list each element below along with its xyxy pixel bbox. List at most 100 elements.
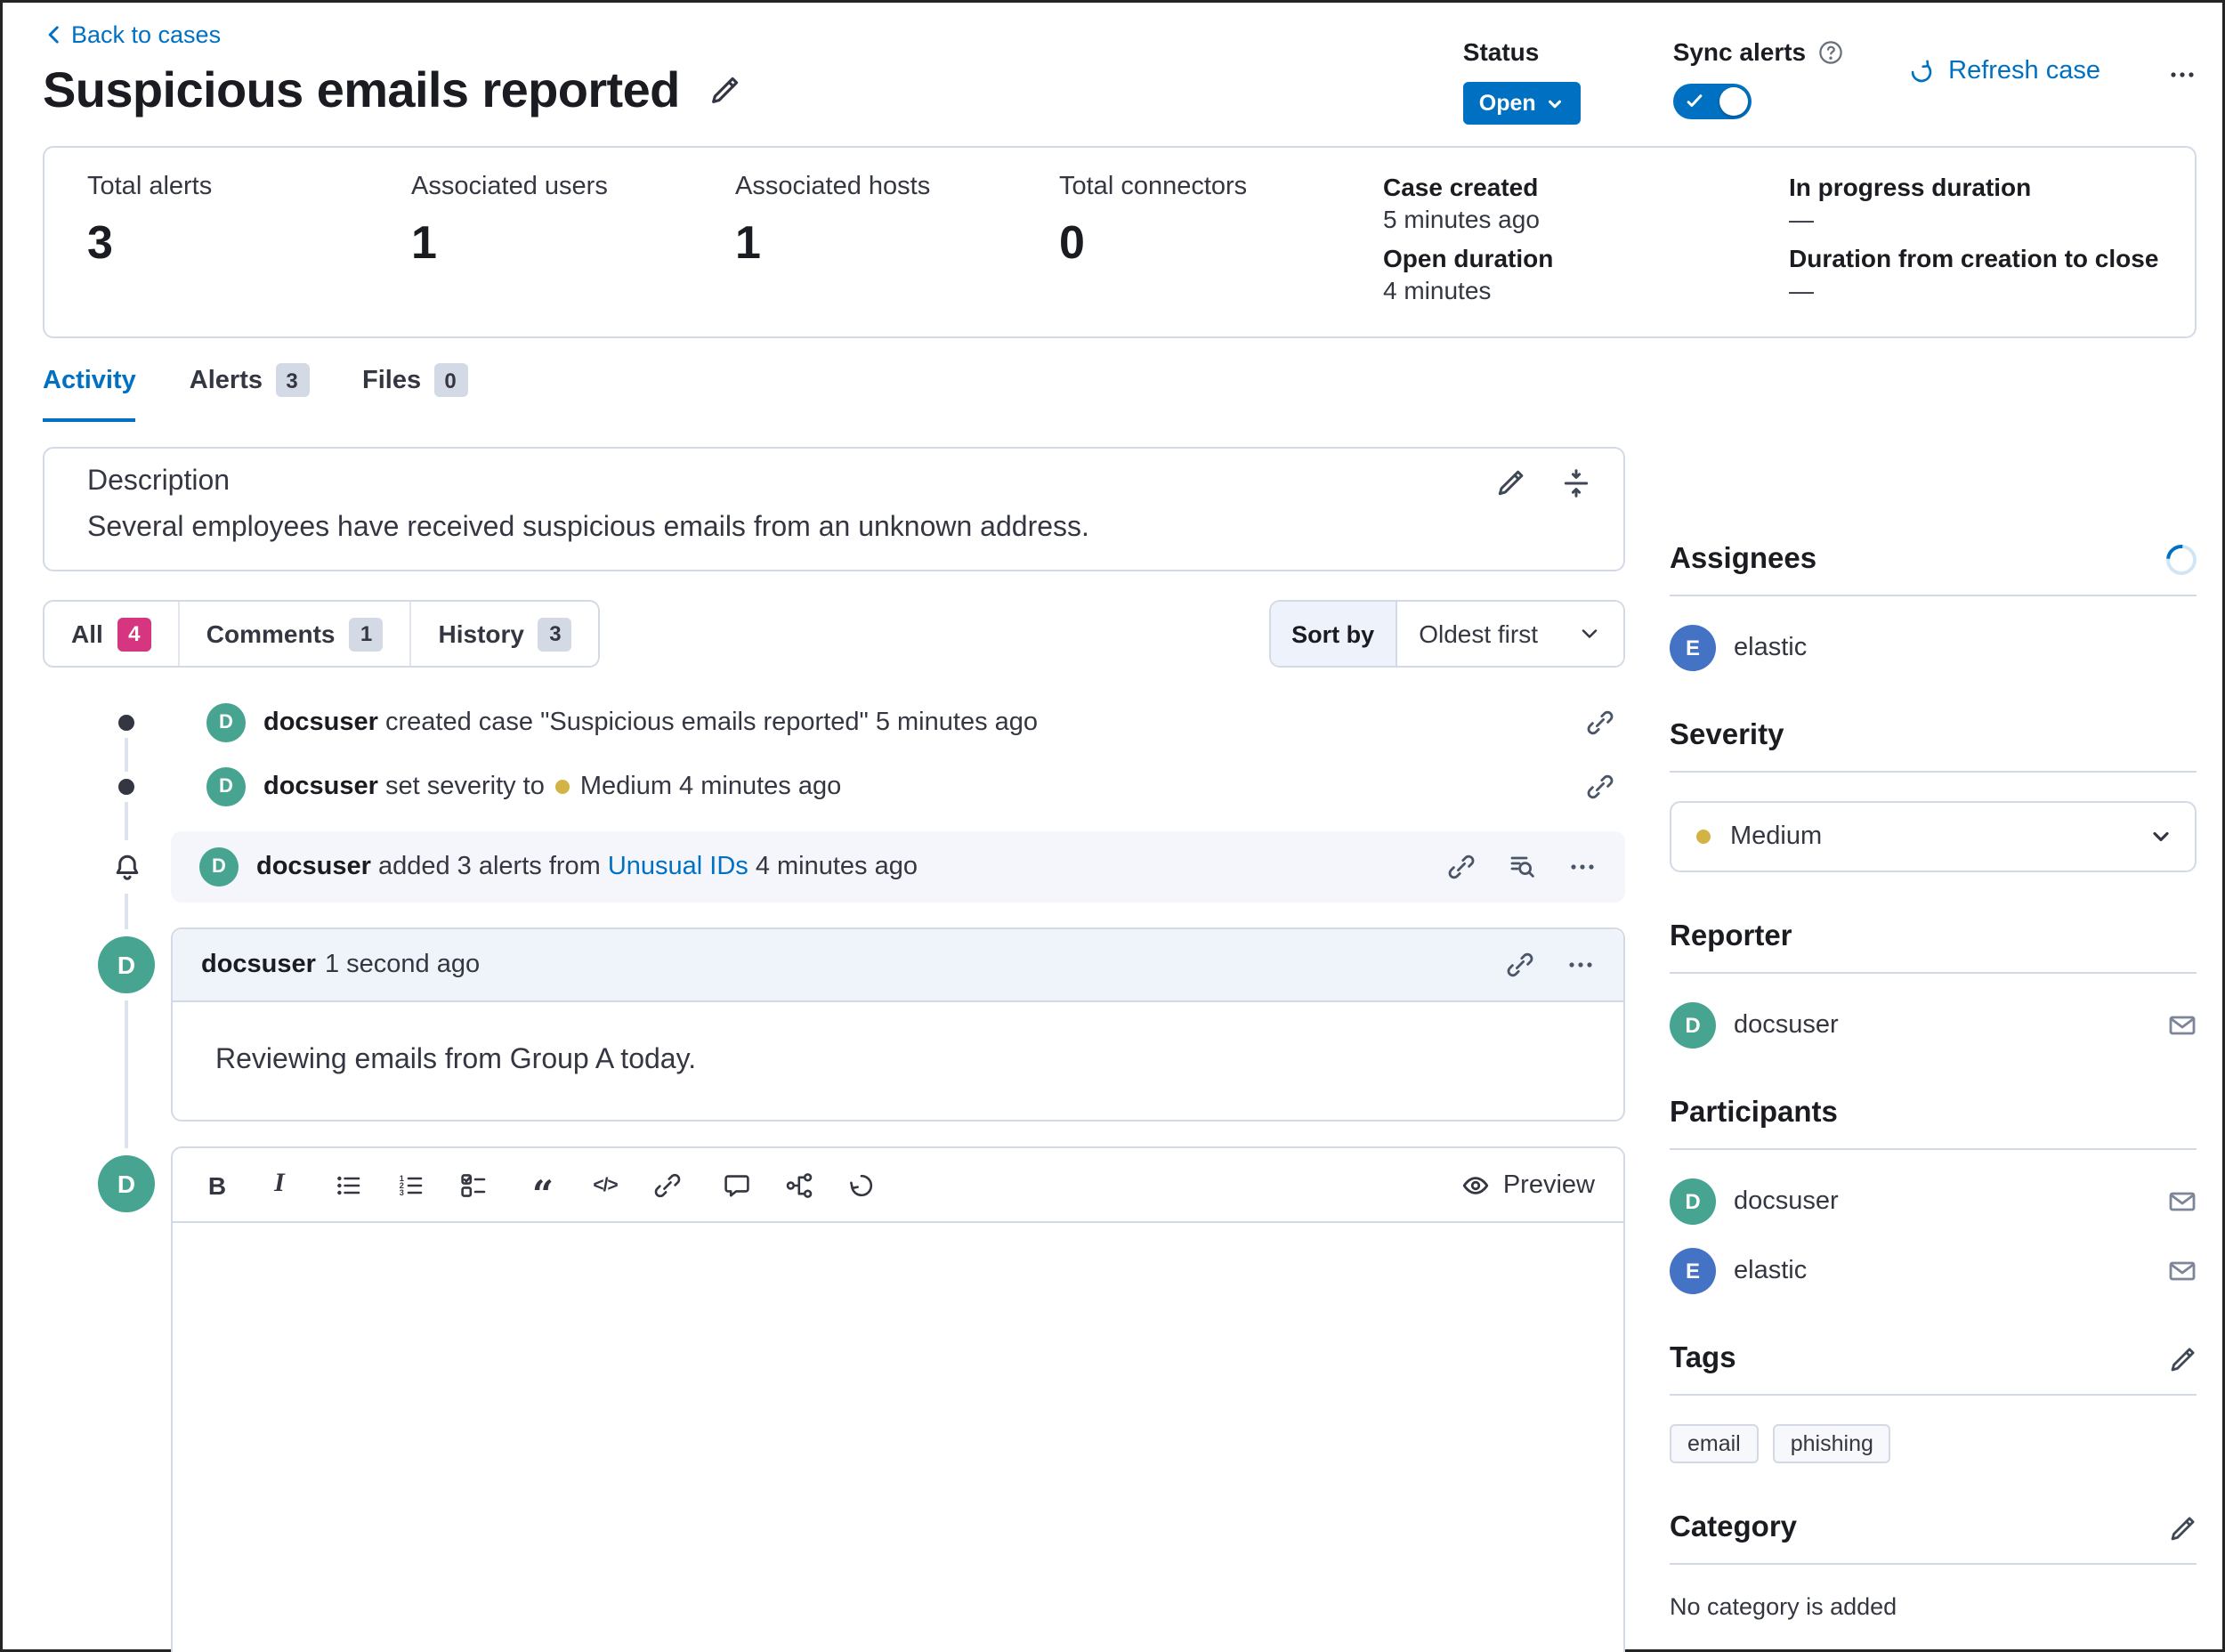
bell-icon [100,840,153,894]
status-dropdown-button[interactable]: Open [1463,82,1581,125]
filter-all-button[interactable]: All 4 [44,602,178,666]
case-tabs: Activity Alerts 3 Files 0 [43,363,1625,422]
case-main-column: Activity Alerts 3 Files 0 Description [43,338,1625,1652]
show-alert-details-button[interactable] [1508,853,1536,881]
envelope-icon [2168,1257,2197,1285]
link-icon [1586,709,1614,737]
italic-button[interactable]: I [263,1169,295,1201]
email-user-button[interactable] [2168,1011,2197,1040]
reporter-name: docsuser [1734,1011,1839,1040]
comment-body: Reviewing emails from Group A today. [173,1002,1623,1120]
avatar: D [206,703,246,742]
code-button[interactable]: </> [589,1169,621,1201]
toggle-knob [1719,87,1748,116]
case-detail-page: Back to cases Suspicious emails reported… [0,0,2225,1652]
email-user-button[interactable] [2168,1187,2197,1216]
tab-files[interactable]: Files 0 [362,363,467,422]
copy-link-button[interactable] [1506,951,1534,979]
status-block: Status Open [1463,36,1581,125]
avatar: D [206,767,246,806]
category-empty-text: No category is added [1670,1593,2197,1620]
comment-actions-menu-button[interactable] [1566,951,1595,979]
back-to-cases-link[interactable]: Back to cases [43,21,221,48]
sync-alerts-block: Sync alerts [1673,36,1843,119]
workflow-icon [785,1170,813,1199]
copy-link-button[interactable] [1447,853,1476,881]
new-comment-editor: D B I 123 “ </> [43,1146,1625,1652]
avatar: D [98,1155,155,1212]
tags-section: Tags email phishing [1670,1342,2197,1463]
timeline-dot [118,779,134,795]
chevron-left-icon [43,23,66,46]
description-panel: Description Several employees have recei… [43,447,1625,571]
investigate-icon [847,1170,876,1199]
assignee-name: elastic [1734,634,1807,662]
avatar: D [1670,1178,1716,1225]
preview-button[interactable]: Preview [1462,1170,1595,1199]
case-actions-menu-button[interactable] [2168,61,2197,89]
timeline-dot [118,715,134,731]
header-controls: Status Open Sync alerts Refresh case [1463,21,2197,125]
page-title: Suspicious emails reported [43,62,680,119]
ordered-list-button[interactable]: 123 [395,1169,427,1201]
quote-button[interactable]: “ [527,1169,559,1201]
checklist-icon [459,1170,488,1199]
status-label: Status [1463,36,1581,68]
task-list-button[interactable] [457,1169,490,1201]
envelope-icon [2168,1187,2197,1216]
loading-spinner [2160,539,2203,581]
case-timing-column: Case created 5 minutes ago Open duration… [1383,171,1789,313]
collapse-description-button[interactable] [1561,467,1591,498]
sync-alerts-toggle[interactable] [1673,84,1752,119]
category-section: Category No category is added [1670,1511,2197,1620]
filter-history-button[interactable]: History 3 [410,602,599,666]
edit-category-button[interactable] [2168,1514,2197,1543]
category-title: Category [1670,1511,1797,1545]
comments-count-badge: 1 [350,617,384,651]
link-icon [1586,773,1614,801]
event-time: 4 minutes ago [756,853,918,881]
timeline-plugin-button[interactable] [783,1169,815,1201]
edit-description-button[interactable] [1495,467,1525,498]
lens-plugin-button[interactable] [846,1169,878,1201]
email-user-button[interactable] [2168,1257,2197,1285]
reporter-section: Reporter D docsuser [1670,920,2197,1049]
assignees-section: Assignees E elastic [1670,543,2197,671]
all-count-badge: 4 [117,617,151,651]
unordered-list-button[interactable] [333,1169,365,1201]
case-duration-column: In progress duration — Duration from cre… [1789,171,2159,313]
comment-editor-textarea[interactable] [173,1223,1623,1652]
severity-title: Severity [1670,719,1784,753]
edit-tags-button[interactable] [2168,1345,2197,1373]
ellipsis-icon [1568,853,1597,881]
timeline-event-alerts-added: D docsuser added 3 alerts from Unusual I… [43,831,1625,903]
comment-header: docsuser 1 second ago [173,929,1623,1002]
copy-link-button[interactable] [1586,709,1614,737]
insert-link-button[interactable] [651,1169,684,1201]
reporter-row: D docsuser [1670,1002,2197,1049]
alert-actions-menu-button[interactable] [1568,853,1597,881]
assignee-row: E elastic [1670,625,2197,671]
tab-activity[interactable]: Activity [43,363,136,422]
refresh-label: Refresh case [1948,57,2100,85]
sort-by-label: Sort by [1270,602,1397,666]
tab-alerts[interactable]: Alerts 3 [190,363,309,422]
severity-value: Medium [1730,822,1822,851]
tag-badge: phishing [1773,1424,1891,1463]
sort-order-select[interactable]: Oldest first [1397,602,1623,666]
copy-link-button[interactable] [1586,773,1614,801]
unusual-ids-link[interactable]: Unusual IDs [608,853,748,881]
metric-associated-hosts: Associated hosts 1 [735,171,1059,313]
metric-total-alerts: Total alerts 3 [87,171,411,313]
help-icon[interactable] [1816,38,1843,65]
filter-comments-button[interactable]: Comments 1 [178,602,410,666]
collapse-icon [1561,467,1591,498]
avatar: E [1670,625,1716,671]
history-count-badge: 3 [538,617,572,651]
severity-select[interactable]: Medium [1670,801,2197,872]
bold-button[interactable]: B [201,1169,233,1201]
edit-title-button[interactable] [708,75,740,107]
add-comment-plugin-button[interactable] [721,1169,753,1201]
pencil-icon [1495,467,1525,498]
refresh-case-button[interactable]: Refresh case [1907,57,2100,85]
